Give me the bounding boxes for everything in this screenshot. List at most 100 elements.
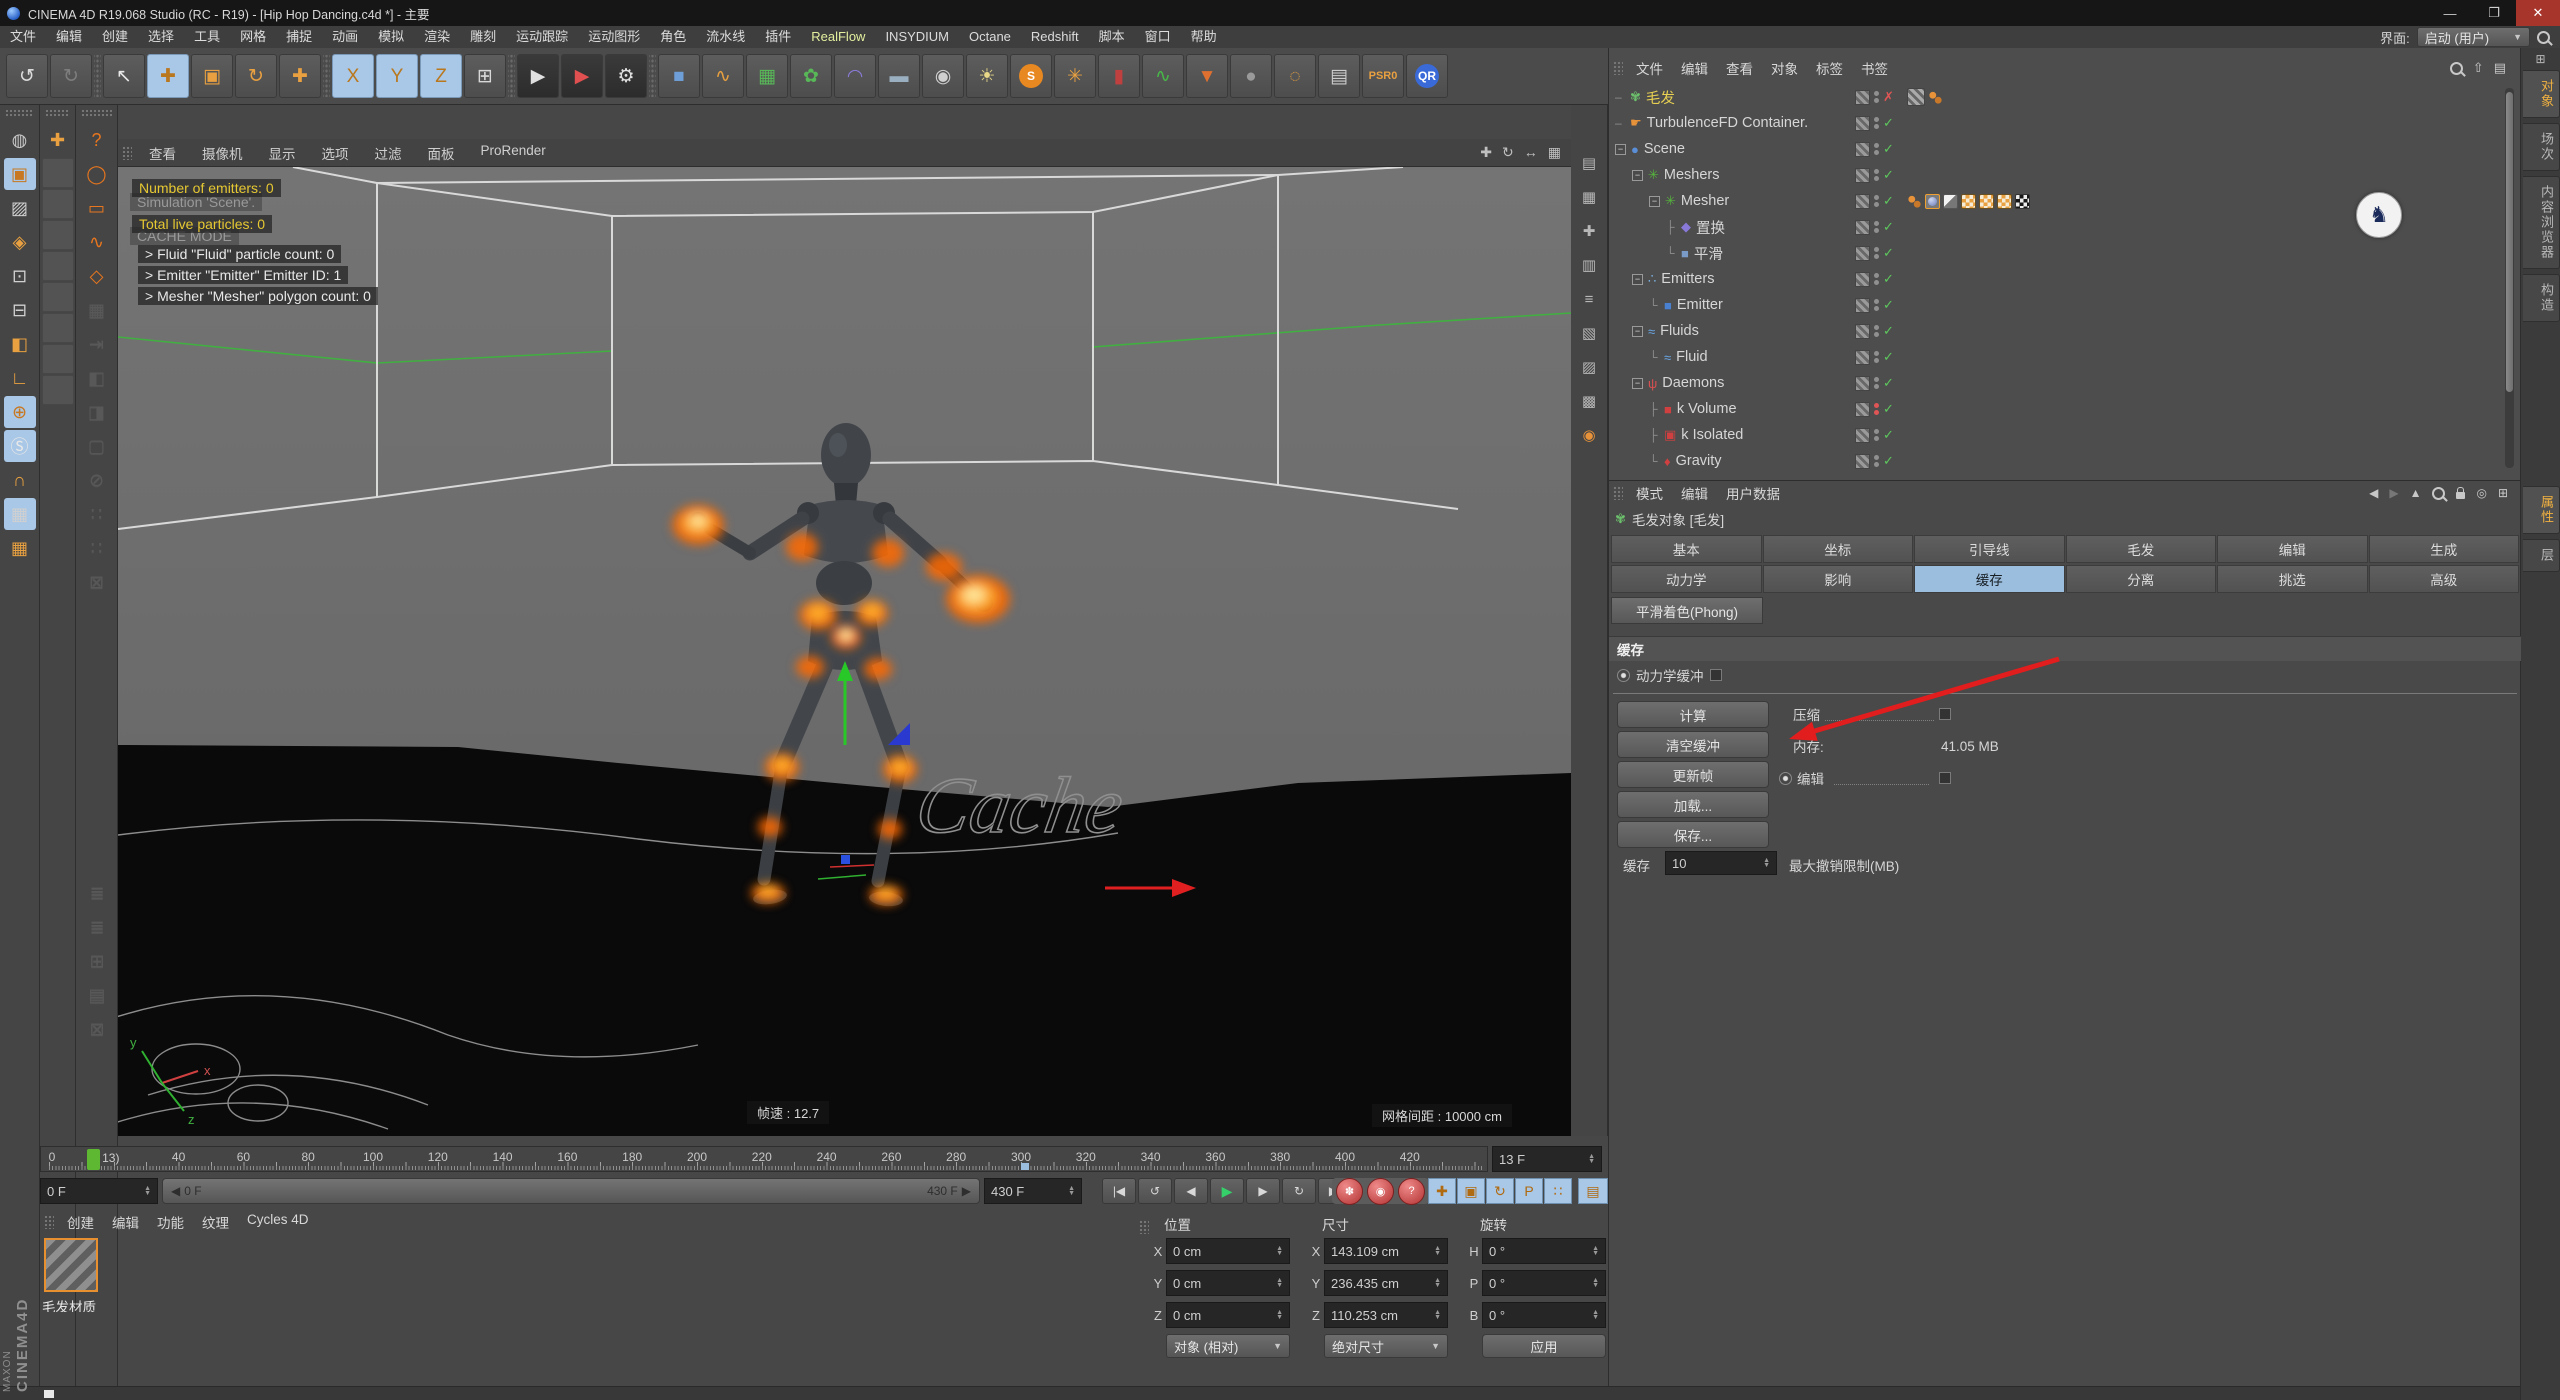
expand-toggle-icon[interactable]: −	[1632, 378, 1643, 389]
visibility-controls[interactable]: ✓	[1855, 292, 1894, 318]
spinner-arrows[interactable]: ▲▼	[139, 1186, 151, 1196]
spinner-arrows[interactable]: ▲▼	[1429, 1246, 1441, 1256]
menu-item-网格[interactable]: 网格	[230, 26, 276, 48]
attribute-tab-挑选[interactable]: 挑选	[2217, 565, 2368, 593]
render-mode-icon[interactable]: ◍	[4, 124, 36, 156]
panel-tab-属性[interactable]: 属性	[2523, 486, 2560, 534]
menu-item-对象[interactable]: 对象	[1762, 58, 1807, 78]
menu-item-Cycles 4D[interactable]: Cycles 4D	[238, 1212, 318, 1232]
panel-tab-构造[interactable]: 构造	[2523, 274, 2560, 322]
visibility-controls[interactable]: ✓	[1855, 396, 1894, 422]
checker-tag[interactable]	[1961, 194, 1976, 209]
key-rotation-button[interactable]: ↻	[1486, 1178, 1514, 1204]
menu-item-脚本[interactable]: 脚本	[1089, 26, 1135, 48]
dots-tag[interactable]	[1928, 90, 1943, 105]
menu-item-用户数据[interactable]: 用户数据	[1717, 483, 1789, 503]
visibility-controls[interactable]: ✓	[1855, 110, 1894, 136]
key-position-button[interactable]: ✚	[1428, 1178, 1456, 1204]
orbit-view-icon[interactable]: ↻	[1502, 144, 1514, 161]
material-thumbnail[interactable]	[44, 1238, 98, 1292]
cache-button-保存...[interactable]: 保存...	[1617, 821, 1769, 848]
expand-toggle-icon[interactable]: −	[1632, 326, 1643, 337]
visibility-dots[interactable]	[1874, 117, 1879, 129]
panel-grip[interactable]	[1613, 61, 1623, 75]
am-lock-icon[interactable]	[2456, 492, 2465, 499]
layer-chip[interactable]	[1855, 350, 1870, 365]
enabled-icon[interactable]: ✓	[1883, 141, 1894, 157]
layer-chip[interactable]	[1855, 168, 1870, 183]
palette-extra-3-icon[interactable]: ⊞	[81, 945, 113, 977]
coord-field-尺寸-Y[interactable]: 236.435 cm▲▼	[1324, 1270, 1448, 1296]
viewport-menu-查看[interactable]: 查看	[136, 143, 189, 163]
menu-item-纹理[interactable]: 纹理	[193, 1212, 238, 1232]
panel-tab-对象[interactable]: 对象	[2523, 70, 2560, 118]
visibility-controls[interactable]: ✓	[1855, 370, 1894, 396]
visibility-controls[interactable]: ✓	[1855, 344, 1894, 370]
expand-toggle-icon[interactable]: −	[1649, 196, 1660, 207]
menu-item-插件[interactable]: 插件	[755, 26, 801, 48]
menu-item-流水线[interactable]: 流水线	[696, 26, 755, 48]
coord-field-位置-X[interactable]: 0 cm▲▼	[1166, 1238, 1290, 1264]
spinner-arrows[interactable]: ▲▼	[1583, 1154, 1595, 1164]
layer-chip[interactable]	[1855, 428, 1870, 443]
menu-item-模拟[interactable]: 模拟	[368, 26, 414, 48]
add-deformer-menu[interactable]: ◠	[834, 54, 876, 98]
spinner-arrows[interactable]: ▲▼	[1271, 1278, 1283, 1288]
add-floor-menu[interactable]: ▬	[878, 54, 920, 98]
menu-item-文件[interactable]: 文件	[0, 26, 46, 48]
menu-item-标签[interactable]: 标签	[1807, 58, 1852, 78]
attribute-tab-基本[interactable]: 基本	[1611, 535, 1762, 563]
phong-tag-tab[interactable]: 平滑着色(Phong)	[1611, 597, 1763, 624]
tree-row[interactable]: –✾毛发✗	[1609, 84, 2515, 110]
enabled-icon[interactable]: ✓	[1883, 375, 1894, 391]
spinner-arrows[interactable]: ▲▼	[1587, 1278, 1599, 1288]
render-settings-button[interactable]: ⚙	[605, 54, 647, 98]
om-search-icon[interactable]	[2450, 62, 2463, 75]
palette-grip[interactable]	[81, 109, 112, 118]
points-mode-icon[interactable]: ⊡	[4, 260, 36, 292]
redo-button[interactable]: ↻	[50, 54, 92, 98]
spinner-arrows[interactable]: ▲▼	[1429, 1310, 1441, 1320]
am-target-icon[interactable]: ◎	[2476, 486, 2486, 500]
qr-button[interactable]: QR	[1406, 54, 1448, 98]
apply-button[interactable]: 应用	[1482, 1334, 1606, 1358]
layer-chip[interactable]	[1855, 324, 1870, 339]
palette-extra-1-icon[interactable]: ≣	[81, 877, 113, 909]
search-icon[interactable]	[2537, 31, 2550, 44]
enabled-icon[interactable]: ✓	[1883, 115, 1894, 131]
tree-row[interactable]: −●Scene✓	[1609, 136, 2515, 162]
palette-extra-5-icon[interactable]: ⊠	[81, 1013, 113, 1045]
add-circle-spline-menu[interactable]: ◌	[1274, 54, 1316, 98]
workplane-mode-icon[interactable]: ◈	[4, 226, 36, 258]
menu-item-RealFlow[interactable]: RealFlow	[801, 26, 875, 48]
edit-checkbox[interactable]	[1939, 772, 1951, 784]
coord-field-尺寸-X[interactable]: 143.109 cm▲▼	[1324, 1238, 1448, 1264]
palette-extra-4-icon[interactable]: ▤	[81, 979, 113, 1011]
tree-row[interactable]: └■Emitter✓	[1609, 292, 2515, 318]
compress-option[interactable]: 压缩	[1793, 703, 1951, 725]
spinner-arrows[interactable]: ▲▼	[1587, 1246, 1599, 1256]
vp-filter-1-icon[interactable]: ▤	[1573, 147, 1605, 179]
range-left-arrow-icon[interactable]: ◀	[171, 1184, 180, 1198]
visibility-controls[interactable]: ✓	[1855, 448, 1894, 474]
snap-magnet-icon[interactable]: ∩	[4, 464, 36, 496]
menu-item-运动图形[interactable]: 运动图形	[578, 26, 650, 48]
scale-tool[interactable]: ▣	[191, 54, 233, 98]
panel-tab-场次[interactable]: 场次	[2523, 123, 2560, 171]
tree-row[interactable]: ├▣k Isolated✓	[1609, 422, 2515, 448]
add-effector-menu[interactable]: ▼	[1186, 54, 1228, 98]
menu-item-文件[interactable]: 文件	[1627, 58, 1672, 78]
coord-field-位置-Y[interactable]: 0 cm▲▼	[1166, 1270, 1290, 1296]
coord-field-旋转-P[interactable]: 0 °▲▼	[1482, 1270, 1606, 1296]
layer-chip[interactable]	[1855, 116, 1870, 131]
menu-item-编辑[interactable]: 编辑	[103, 1212, 148, 1232]
render-view-button[interactable]: ▶	[517, 54, 559, 98]
viewport-menu-面板[interactable]: 面板	[415, 143, 468, 163]
visibility-dots[interactable]	[1874, 325, 1879, 337]
dots-tag[interactable]	[1907, 194, 1922, 209]
visibility-dots[interactable]	[1874, 299, 1879, 311]
visibility-dots[interactable]	[1874, 273, 1879, 285]
tree-row[interactable]: −∴Emitters✓	[1609, 266, 2515, 292]
lock-z-axis-button[interactable]: Z	[420, 54, 462, 98]
vp-filter-3-icon[interactable]: ▥	[1573, 249, 1605, 281]
